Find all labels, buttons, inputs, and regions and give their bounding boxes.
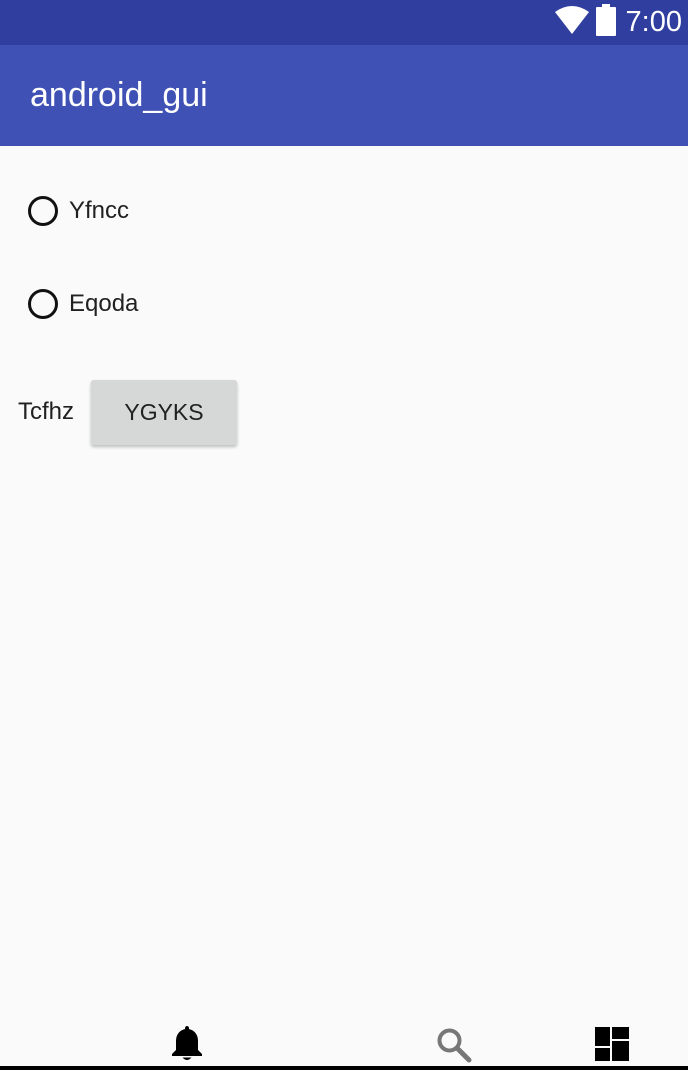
app-title: android_gui — [30, 76, 208, 114]
tcfhz-label: Tcfhz — [18, 398, 75, 425]
status-icons: 7:00 — [554, 0, 682, 45]
search-icon[interactable] — [436, 1027, 472, 1068]
radio-button-circle[interactable] — [28, 196, 58, 226]
dashboard-icon[interactable] — [595, 1027, 629, 1066]
app-bar: android_gui — [0, 45, 688, 146]
ygyks-button[interactable]: YGYKS — [91, 380, 237, 445]
radio-option-eqoda[interactable]: Eqoda — [28, 280, 138, 328]
battery-icon — [595, 4, 616, 41]
radio-button-circle[interactable] — [28, 289, 58, 319]
status-bar: 7:00 — [0, 0, 688, 45]
radio-label: Eqoda — [69, 290, 139, 317]
status-time: 7:00 — [625, 6, 682, 38]
radio-option-yfncc[interactable]: Yfncc — [28, 187, 129, 235]
bottom-edge — [0, 1066, 688, 1070]
bell-icon[interactable] — [170, 1024, 204, 1067]
radio-label: Yfncc — [69, 197, 130, 224]
wifi-icon — [554, 5, 590, 40]
